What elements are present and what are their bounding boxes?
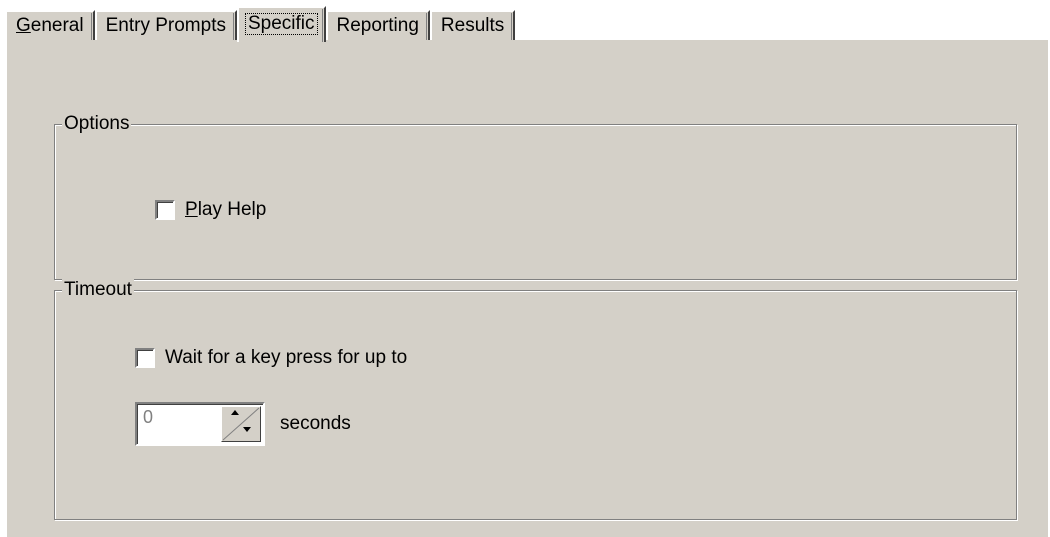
seconds-label: seconds	[280, 413, 351, 434]
tab-general[interactable]: General	[5, 10, 95, 40]
tab-strip: General Entry Prompts Specific Reporting…	[5, 4, 516, 42]
tab-specific[interactable]: Specific	[236, 6, 326, 42]
seconds-value[interactable]: 0	[143, 407, 153, 427]
tab-results-label: Results	[440, 15, 505, 36]
tab-entry-prompts-label: Entry Prompts	[105, 15, 226, 36]
play-help-label: Play Help	[185, 199, 267, 220]
tab-page-specific: Options Play Help Timeout Wait for a key…	[5, 38, 1048, 537]
wait-key-checkbox[interactable]: Wait for a key press for up to	[135, 347, 407, 369]
play-help-checkbox-box[interactable]	[155, 200, 175, 220]
tab-results[interactable]: Results	[429, 10, 516, 40]
tab-reporting-label: Reporting	[336, 15, 419, 36]
tab-specific-label: Specific	[244, 13, 318, 35]
properties-dialog: General Entry Prompts Specific Reporting…	[0, 0, 1050, 537]
up-down-arrows-icon[interactable]	[221, 406, 261, 442]
play-help-checkbox[interactable]: Play Help	[155, 199, 266, 221]
wait-key-checkbox-box[interactable]	[135, 348, 155, 368]
timeout-groupbox: Timeout Wait for a key press for up to 0…	[54, 279, 1017, 520]
tab-reporting[interactable]: Reporting	[325, 10, 430, 40]
seconds-spinner[interactable]: 0	[135, 402, 265, 446]
options-group-title: Options	[62, 113, 132, 135]
tab-general-label: General	[16, 15, 84, 36]
tab-entry-prompts[interactable]: Entry Prompts	[94, 10, 237, 40]
options-groupbox: Options Play Help	[54, 113, 1017, 280]
wait-key-label: Wait for a key press for up to	[165, 347, 408, 368]
timeout-group-title: Timeout	[62, 279, 134, 301]
